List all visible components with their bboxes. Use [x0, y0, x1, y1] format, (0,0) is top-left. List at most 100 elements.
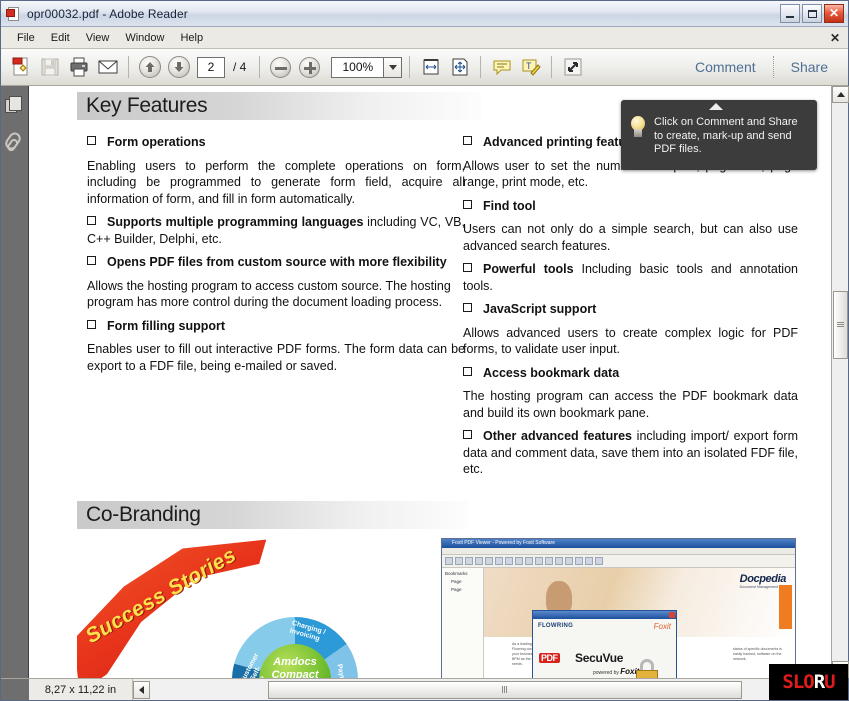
- status-bar: 8,27 x 11,22 in: [1, 678, 848, 700]
- dialog-titlebar: [533, 611, 676, 619]
- menu-item-view[interactable]: View: [78, 30, 118, 46]
- feature-title: Powerful tools: [483, 262, 574, 276]
- flowring-logo: FLOWRING: [538, 623, 574, 629]
- feature-item: JavaScript support: [463, 301, 798, 318]
- fit-page-button[interactable]: [446, 54, 473, 81]
- print-button[interactable]: [65, 54, 92, 81]
- screenshot-menubar: [442, 548, 795, 555]
- scroll-left-button[interactable]: [133, 680, 150, 699]
- feature-description: Allows the hosting program to access cus…: [87, 278, 451, 310]
- scroll-up-button[interactable]: [832, 86, 849, 103]
- zoom-out-icon: [270, 56, 292, 78]
- open-file-button[interactable]: [7, 54, 34, 81]
- feature-description: The hosting program can access the PDF b…: [463, 389, 798, 420]
- text-highlight-icon: T: [522, 59, 541, 76]
- dialog-close-icon[interactable]: [669, 612, 675, 618]
- screenshot-toolbar: [442, 555, 795, 568]
- foxit-logo: Foxit: [653, 622, 671, 631]
- horizontal-scrollbar-thumb[interactable]: [268, 680, 742, 699]
- screenshot-body-text: status of specific documents is easily t…: [733, 646, 782, 661]
- section-heading-co-branding: Co-Branding: [77, 501, 469, 529]
- screenshot-canvas: Docpedia Document Management System As a…: [484, 568, 795, 678]
- horizontal-scrollbar[interactable]: [133, 679, 848, 700]
- previous-page-button[interactable]: [136, 54, 163, 81]
- text-highlight-button[interactable]: T: [517, 54, 544, 81]
- pdf-document-icon: [6, 6, 22, 22]
- read-mode-icon: [564, 58, 582, 76]
- page-size-label: 8,27 x 11,22 in: [29, 679, 133, 700]
- title-bar: opr00032.pdf - Adobe Reader ✕: [1, 1, 848, 27]
- zoom-dropdown-button[interactable]: [384, 56, 403, 78]
- email-button[interactable]: [94, 54, 121, 81]
- close-button[interactable]: ✕: [824, 4, 844, 23]
- toolbar-separator: [259, 56, 261, 78]
- next-page-icon: [167, 56, 190, 78]
- feature-item: Powerful tools Including basic tools and…: [463, 261, 798, 294]
- read-mode-button[interactable]: [559, 54, 586, 81]
- scroll-up-icon: [836, 92, 845, 97]
- main-toolbar: 2 / 4 100% T Comment Share: [1, 49, 848, 86]
- open-file-icon: [12, 57, 27, 76]
- checkbox-icon: [87, 136, 96, 145]
- zoom-out-button[interactable]: [267, 54, 294, 81]
- share-button[interactable]: Share: [781, 59, 838, 75]
- feature-title: Other advanced features: [483, 429, 632, 443]
- feature-title: Opens PDF files from custom source with …: [107, 255, 447, 269]
- zoom-level-input[interactable]: 100%: [331, 56, 385, 78]
- horizontal-scrollbar-track[interactable]: [150, 680, 848, 699]
- minimize-button[interactable]: [780, 4, 800, 23]
- close-document-icon[interactable]: ✕: [830, 31, 840, 45]
- pdf-page: Key Features Form operations Enabling us…: [29, 86, 831, 678]
- window-controls: ✕: [780, 4, 844, 23]
- chevron-down-icon: [388, 64, 397, 70]
- toolbar-separator: [480, 56, 482, 78]
- feature-description: Enables user to fill out interactive PDF…: [87, 342, 465, 373]
- page-number-input[interactable]: 2: [197, 56, 225, 78]
- section-heading-key-features: Key Features: [77, 92, 482, 120]
- maximize-button[interactable]: [802, 4, 822, 23]
- screenshot-sidebar-item: Page: [451, 579, 462, 584]
- zoom-in-button[interactable]: [296, 54, 323, 81]
- padlock-icon: [636, 659, 658, 678]
- secuvue-dialog: FLOWRING Foxit PDF SecuVue powered by Fo…: [532, 610, 677, 678]
- vertical-scrollbar-thumb[interactable]: [833, 291, 848, 359]
- menu-item-edit[interactable]: Edit: [43, 30, 78, 46]
- feature-title: Form filling support: [107, 318, 226, 333]
- zoom-in-icon: [299, 56, 321, 78]
- fit-page-icon: [452, 58, 468, 76]
- lightbulb-icon: [629, 116, 647, 140]
- page-thumbnails-icon[interactable]: [4, 95, 26, 117]
- menu-item-window[interactable]: Window: [117, 30, 172, 46]
- feature-item: Opens PDF files from custom source with …: [87, 254, 465, 271]
- site-watermark: SLORU: [769, 664, 848, 700]
- next-page-button[interactable]: [165, 54, 192, 81]
- screenshot-sidebar-item: Page: [451, 587, 462, 592]
- previous-page-icon: [138, 56, 161, 78]
- product-name: SecuVue: [575, 651, 624, 665]
- document-viewport[interactable]: Key Features Form operations Enabling us…: [29, 86, 831, 678]
- grip-icon: [837, 322, 844, 328]
- grip-icon: [502, 686, 508, 693]
- checkbox-icon: [87, 216, 96, 225]
- toolbar-separator: [551, 56, 553, 78]
- screenshot-sidebar-item: Bookmarks: [445, 571, 468, 576]
- menu-item-file[interactable]: File: [9, 30, 43, 46]
- scroll-left-icon: [139, 685, 144, 694]
- checkbox-icon: [463, 136, 472, 145]
- right-column: Advanced printing features Allows user t…: [463, 134, 798, 485]
- comment-button[interactable]: Comment: [685, 59, 766, 75]
- close-icon: ✕: [828, 6, 840, 20]
- page-total-label: / 4: [233, 60, 247, 74]
- watermark-part1: SLO: [782, 670, 814, 693]
- vertical-scrollbar[interactable]: [831, 86, 849, 678]
- sticky-note-button[interactable]: [488, 54, 515, 81]
- checkbox-icon: [87, 319, 96, 329]
- menu-item-help[interactable]: Help: [172, 30, 211, 46]
- comment-share-tooltip[interactable]: Click on Comment and Share to create, ma…: [621, 100, 817, 170]
- fit-width-button[interactable]: [417, 54, 444, 81]
- toolbar-separator: [128, 56, 129, 78]
- menu-bar: File Edit View Window Help ✕: [1, 27, 848, 49]
- feature-title: Form operations: [107, 135, 206, 149]
- attachments-icon[interactable]: [2, 130, 26, 152]
- save-button[interactable]: [36, 54, 63, 81]
